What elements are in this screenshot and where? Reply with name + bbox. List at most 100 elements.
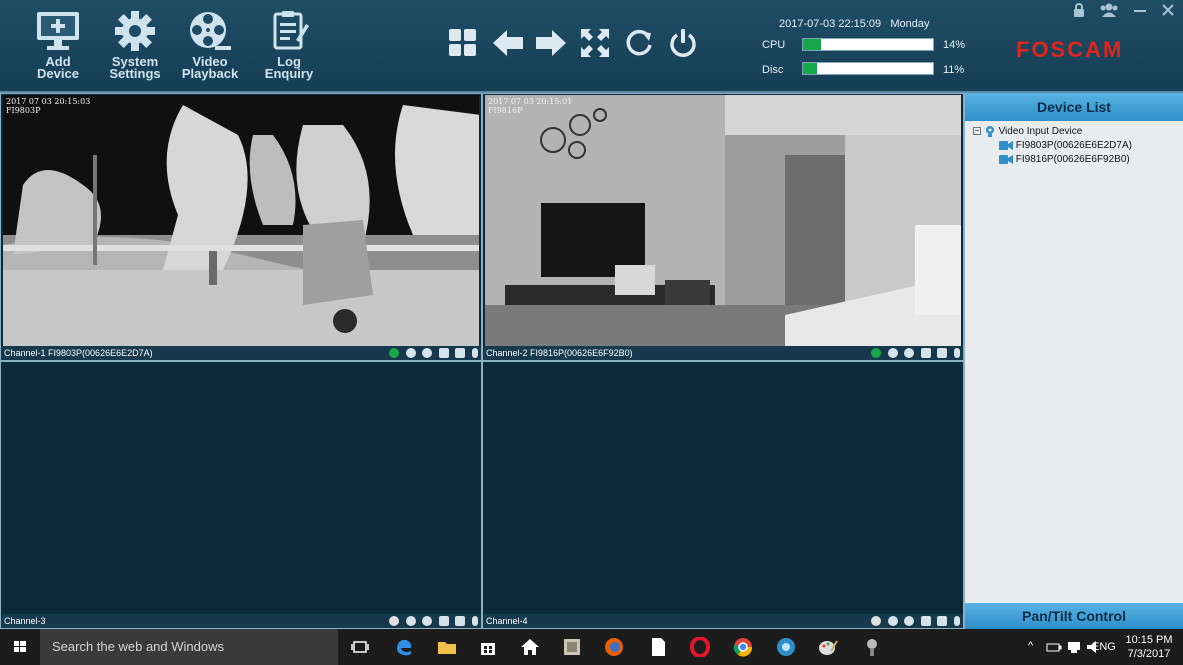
camera-group-icon [985, 126, 994, 138]
paint-icon[interactable] [818, 637, 838, 657]
add-device-label: Add Device [37, 54, 79, 81]
channel-2-view[interactable]: 2017 07 03 20:15:01 FI9816P Channel-2 FI… [482, 93, 964, 361]
start-button[interactable] [0, 629, 40, 665]
channel-4-zoom-icon[interactable] [904, 616, 915, 626]
tree-device-2[interactable]: FI9816P(00626E6F92B0) [973, 153, 1183, 167]
channel-3-record-icon[interactable] [405, 616, 416, 626]
channel-2-speaker-icon[interactable] [920, 348, 931, 358]
cpu-percent: 14% [943, 39, 966, 51]
channel-1-zoom-icon[interactable] [422, 348, 433, 358]
channel-4-video [485, 363, 961, 614]
channel-2-osd: 2017 07 03 20:15:01 FI9816P [488, 97, 572, 115]
minimize-icon[interactable] [1133, 3, 1147, 20]
home-icon[interactable] [520, 637, 540, 657]
disc-percent: 11% [943, 64, 965, 76]
datetime-display: 2017-07-03 22:15:09 Monday [779, 18, 929, 30]
channel-3-microphone-icon[interactable] [472, 616, 478, 626]
channel-1-view[interactable]: 2017 07 03 20:15:03 FI9803P Channel-1 FI… [0, 93, 482, 361]
channel-3-view[interactable]: Channel-3 [0, 361, 482, 629]
video-playback-label: Video Playback [181, 54, 239, 81]
channel-2-label: Channel-2 FI9816P(00626E6F92B0) [486, 348, 633, 358]
device-tree: − Video Input Device FI9803P(00626E6E2D7… [965, 121, 1183, 167]
photo-app-icon[interactable] [562, 637, 582, 657]
file-explorer-icon[interactable] [437, 637, 457, 657]
add-device-button[interactable]: Add Device [23, 10, 93, 80]
firefox-icon[interactable] [604, 637, 624, 657]
channel-3-zoom-icon[interactable] [422, 616, 433, 626]
channel-1-record-icon[interactable] [405, 348, 416, 358]
channel-4-status-bar: Channel-4 [483, 614, 963, 628]
channel-1-label: Channel-1 FI9803P(00626E6E2D7A) [4, 348, 153, 358]
grid-layout-icon[interactable] [448, 28, 480, 60]
system-settings-label: System Settings [109, 54, 161, 81]
arrow-left-icon[interactable] [492, 28, 524, 60]
cpu-usage-fill [803, 39, 822, 50]
channel-2-video: 2017 07 03 20:15:01 FI9816P [485, 95, 961, 346]
weekday-text: Monday [890, 18, 930, 30]
log-enquiry-button[interactable]: Log Enquiry [254, 10, 324, 80]
channel-2-microphone-icon[interactable] [954, 348, 960, 358]
tree-device-2-label: FI9816P(00626E6F92B0) [1015, 154, 1130, 165]
channel-4-view[interactable]: Channel-4 [482, 361, 964, 629]
channel-4-controls [867, 616, 960, 626]
pan-tilt-control-header[interactable]: Pan/Tilt Control [965, 603, 1183, 629]
channel-2-record-icon[interactable] [887, 348, 898, 358]
language-indicator[interactable]: ENG [1092, 641, 1116, 653]
refresh-icon[interactable] [624, 28, 656, 60]
battery-icon[interactable] [1046, 637, 1066, 657]
channel-1-microphone-icon[interactable] [472, 348, 478, 358]
channel-4-snapshot-icon[interactable] [937, 616, 948, 626]
collapse-icon[interactable]: − [973, 127, 981, 136]
cpu-label: CPU [762, 39, 786, 51]
top-toolbar: Add Device System Settings Video Playbac… [0, 0, 1183, 93]
foscam-logo: FOSCAM [1016, 37, 1124, 62]
show-hidden-icons[interactable]: ^ [1028, 640, 1033, 652]
disc-usage-fill [803, 63, 818, 74]
channel-4-record-icon[interactable] [887, 616, 898, 626]
fullscreen-icon[interactable] [580, 28, 612, 60]
video-playback-button[interactable]: Video Playback [175, 10, 245, 80]
network-icon[interactable] [1066, 637, 1086, 657]
channel-1-controls [385, 348, 478, 358]
channel-1-speaker-icon[interactable] [438, 348, 449, 358]
foscam-app-icon[interactable] [776, 637, 796, 657]
store-icon[interactable] [478, 637, 498, 657]
tools-icon[interactable] [862, 637, 882, 657]
close-icon[interactable] [1161, 3, 1175, 20]
channel-2-snapshot-icon[interactable] [937, 348, 948, 358]
tree-root-label: Video Input Device [998, 126, 1083, 137]
channel-4-speaker-icon[interactable] [920, 616, 931, 626]
channel-3-speaker-icon[interactable] [438, 616, 449, 626]
taskbar-search-box[interactable]: Search the web and Windows [40, 629, 338, 665]
users-icon[interactable] [1099, 3, 1119, 20]
device-panel: Device List − Video Input Device FI9803P… [964, 93, 1183, 629]
device-list-header[interactable]: Device List [965, 93, 1183, 121]
channel-4-status-icon [871, 616, 882, 626]
lock-icon[interactable] [1072, 3, 1086, 20]
channel-1-snapshot-icon[interactable] [455, 348, 466, 358]
cpu-usage-bar [802, 38, 934, 51]
tree-root-video-input[interactable]: − Video Input Device [973, 125, 1183, 139]
task-view-icon[interactable] [350, 637, 370, 657]
channel-4-microphone-icon[interactable] [954, 616, 960, 626]
living-room-image [485, 95, 961, 346]
opera-icon[interactable] [690, 636, 710, 658]
channel-2-osd-name: FI9816P [488, 106, 523, 115]
channel-3-snapshot-icon[interactable] [455, 616, 466, 626]
channel-1-status-icon [389, 348, 400, 358]
document-icon[interactable] [648, 637, 668, 657]
night-yard-image [3, 95, 479, 346]
edge-browser-icon[interactable] [394, 637, 414, 657]
channel-2-zoom-icon[interactable] [904, 348, 915, 358]
channel-3-status-bar: Channel-3 [1, 614, 481, 628]
arrow-right-icon[interactable] [535, 28, 567, 60]
channel-1-status-bar: Channel-1 FI9803P(00626E6E2D7A) [1, 346, 481, 360]
tree-device-1[interactable]: FI9803P(00626E6E2D7A) [973, 139, 1183, 153]
power-icon[interactable] [668, 28, 700, 60]
chrome-icon[interactable] [733, 637, 753, 657]
system-settings-button[interactable]: System Settings [100, 10, 170, 80]
channel-3-status-icon [389, 616, 400, 626]
clock[interactable]: 10:15 PM 7/3/2017 [1125, 633, 1173, 661]
tree-device-1-label: FI9803P(00626E6E2D7A) [1015, 140, 1132, 151]
clock-time: 10:15 PM [1125, 634, 1173, 646]
